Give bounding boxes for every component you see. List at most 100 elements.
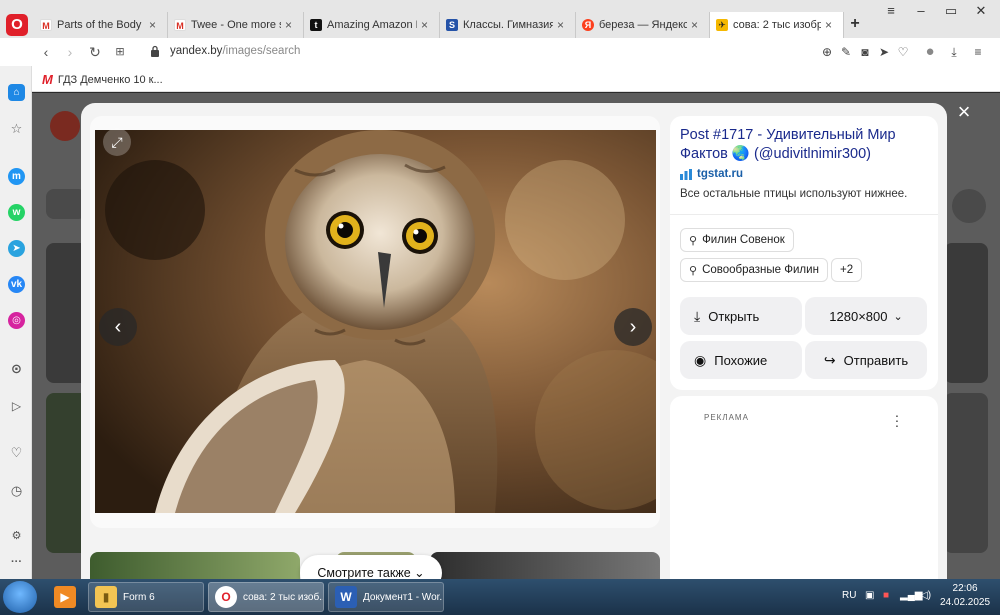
next-image-button[interactable]: › [614,308,652,346]
tray-icon[interactable]: ▣ [865,590,874,601]
gmail-icon: M [174,19,186,31]
close-window-icon[interactable]: ✕ [966,3,996,19]
result-tile [944,243,988,383]
owl-image [95,130,656,513]
language-indicator[interactable]: RU [842,590,856,601]
tab-2[interactable]: t Amazing Amazon Rainfo × [304,12,440,38]
url-field[interactable]: yandex.by/images/search [170,45,300,57]
share-button[interactable]: ↪ Отправить [805,341,927,379]
edit-icon[interactable]: ✎ [838,44,854,60]
tab-3[interactable]: S Классы. Гимназия № 2 г × [440,12,576,38]
maximize-icon[interactable]: ▭ [936,3,966,19]
word-icon: W [335,586,357,608]
folder-icon: ▮ [95,586,117,608]
camera-icon[interactable]: ◙ [857,44,873,60]
tab-title: Amazing Amazon Rainfo [327,19,417,31]
messenger-icon[interactable]: m [8,168,25,185]
tab-title: Parts of the Body (1).pdf [57,19,145,31]
close-icon[interactable]: × [421,18,433,32]
lens-icon: ◉ [694,351,707,368]
close-icon[interactable]: × [952,100,976,124]
minimize-icon[interactable]: – [906,3,936,18]
home-icon[interactable]: ⌂ [8,84,25,101]
post-title-link[interactable]: Post #1717 - Удивительный Мир Фактов 🌏 (… [680,126,930,164]
taskbar-item-explorer[interactable]: ▮ Form 6 [88,582,204,612]
tab-4[interactable]: Я береза — Яндекс: нашл × [576,12,710,38]
taskbar-item-word[interactable]: W Документ1 - Wor... [328,582,444,612]
similar-button[interactable]: ◉ Похожие [680,341,802,379]
player-icon[interactable]: ⊙ [8,360,25,377]
bookmark-label: ГДЗ Демченко 10 к... [57,73,163,86]
open-button[interactable]: ⤓ Открыть [680,297,802,335]
tag-chip[interactable]: ⚲ Филин Совенок [680,228,794,252]
tab-title: береза — Яндекс: нашл [599,19,687,31]
close-icon[interactable]: × [557,18,569,32]
size-dropdown[interactable]: 1280×800 ⌄ [805,297,927,335]
yandex-logo [50,111,80,141]
tag-label: Совообразные Филин [702,264,819,276]
close-icon[interactable]: × [691,18,703,32]
more-icon[interactable]: ··· [8,554,25,571]
prev-image-button[interactable]: ‹ [99,308,137,346]
vk-icon[interactable]: vk [8,276,25,293]
tab-5-active[interactable]: ✈ сова: 2 тыс изображени × [710,12,844,38]
menu-icon[interactable]: ≡ [970,44,986,60]
related-thumb[interactable] [90,552,300,579]
lock-icon [151,45,159,57]
search-icon: ⚲ [689,234,698,247]
taskbar-item-opera[interactable]: O сова: 2 тыс изоб... [208,582,324,612]
send-flow-icon[interactable]: ▷ [8,398,25,415]
close-icon[interactable]: × [285,18,297,32]
start-button[interactable] [3,581,37,613]
tab-0[interactable]: M Parts of the Body (1).pdf × [34,12,168,38]
tag-chip[interactable]: ⚲ Совообразные Филин [680,258,828,282]
instagram-icon[interactable]: ◎ [8,312,25,329]
back-icon[interactable]: ‹ [37,43,55,61]
tab-1[interactable]: M Twee - One more step av × [168,12,304,38]
tabs-grid-icon[interactable]: ⊞ [111,43,129,61]
close-icon[interactable]: × [825,18,837,32]
more-tags-chip[interactable]: +2 [831,258,863,282]
download-icon: ⤓ [694,307,701,324]
volume-icon[interactable]: ◁) [920,590,931,601]
new-tab-button[interactable]: + [845,14,865,34]
star-icon[interactable]: ☆ [8,120,25,137]
zoom-icon[interactable]: ⊕ [819,44,835,60]
yandex-icon: Я [582,19,594,31]
reload-icon[interactable]: ↻ [86,43,104,61]
source-link[interactable]: tgstat.ru [680,168,743,180]
whatsapp-icon[interactable]: w [8,204,25,221]
send-icon[interactable]: ➤ [876,44,892,60]
media-player-button[interactable]: ▶ [48,582,82,612]
opera-logo[interactable]: O [6,14,28,36]
history-icon[interactable]: ◷ [8,482,25,499]
search-tabs-icon[interactable]: ≡ [876,3,906,18]
favorites-icon[interactable]: ♡ [8,444,25,461]
chevron-down-icon: ⌄ [893,310,903,323]
filter-button[interactable] [46,189,86,219]
image-description: Все остальные птицы используют нижнее. [680,188,908,200]
more-options-icon[interactable]: · · · [890,408,904,432]
telegram-icon[interactable]: ➤ [8,240,25,257]
related-thumb[interactable] [430,552,660,579]
download-icon[interactable]: ⤓ [946,44,962,60]
tag-label: Филин Совенок [702,234,785,246]
bookmark-item[interactable]: M ГДЗ Демченко 10 к... [42,72,163,87]
expand-icon[interactable]: ⤢ [103,128,131,156]
extensions-icon[interactable]: ⚙ [8,528,25,545]
address-bar: ‹ › ↻ ⊞ yandex.by/images/search ⊕ ✎ ◙ ➤ … [0,38,1000,66]
tray-alert-icon[interactable]: ■ [883,590,889,601]
windows-taskbar: ▶ ▮ Form 6 O сова: 2 тыс изоб... W Докум… [0,579,1000,615]
forward-icon[interactable]: › [61,43,79,61]
bookmarks-bar: M ГДЗ Демченко 10 к... [0,66,1000,92]
profile-icon[interactable]: ● [922,44,938,60]
ad-label: РЕКЛАМА [704,413,749,422]
search-icon: ⚲ [689,264,698,277]
url-host: yandex.by [170,45,223,57]
divider [670,214,938,215]
close-icon[interactable]: × [149,18,161,32]
heart-icon[interactable]: ♡ [895,44,911,60]
system-clock[interactable]: 22:06 24.02.2025 [940,582,990,610]
owl-photo[interactable] [95,130,656,513]
scroll-right-button[interactable] [952,189,986,223]
